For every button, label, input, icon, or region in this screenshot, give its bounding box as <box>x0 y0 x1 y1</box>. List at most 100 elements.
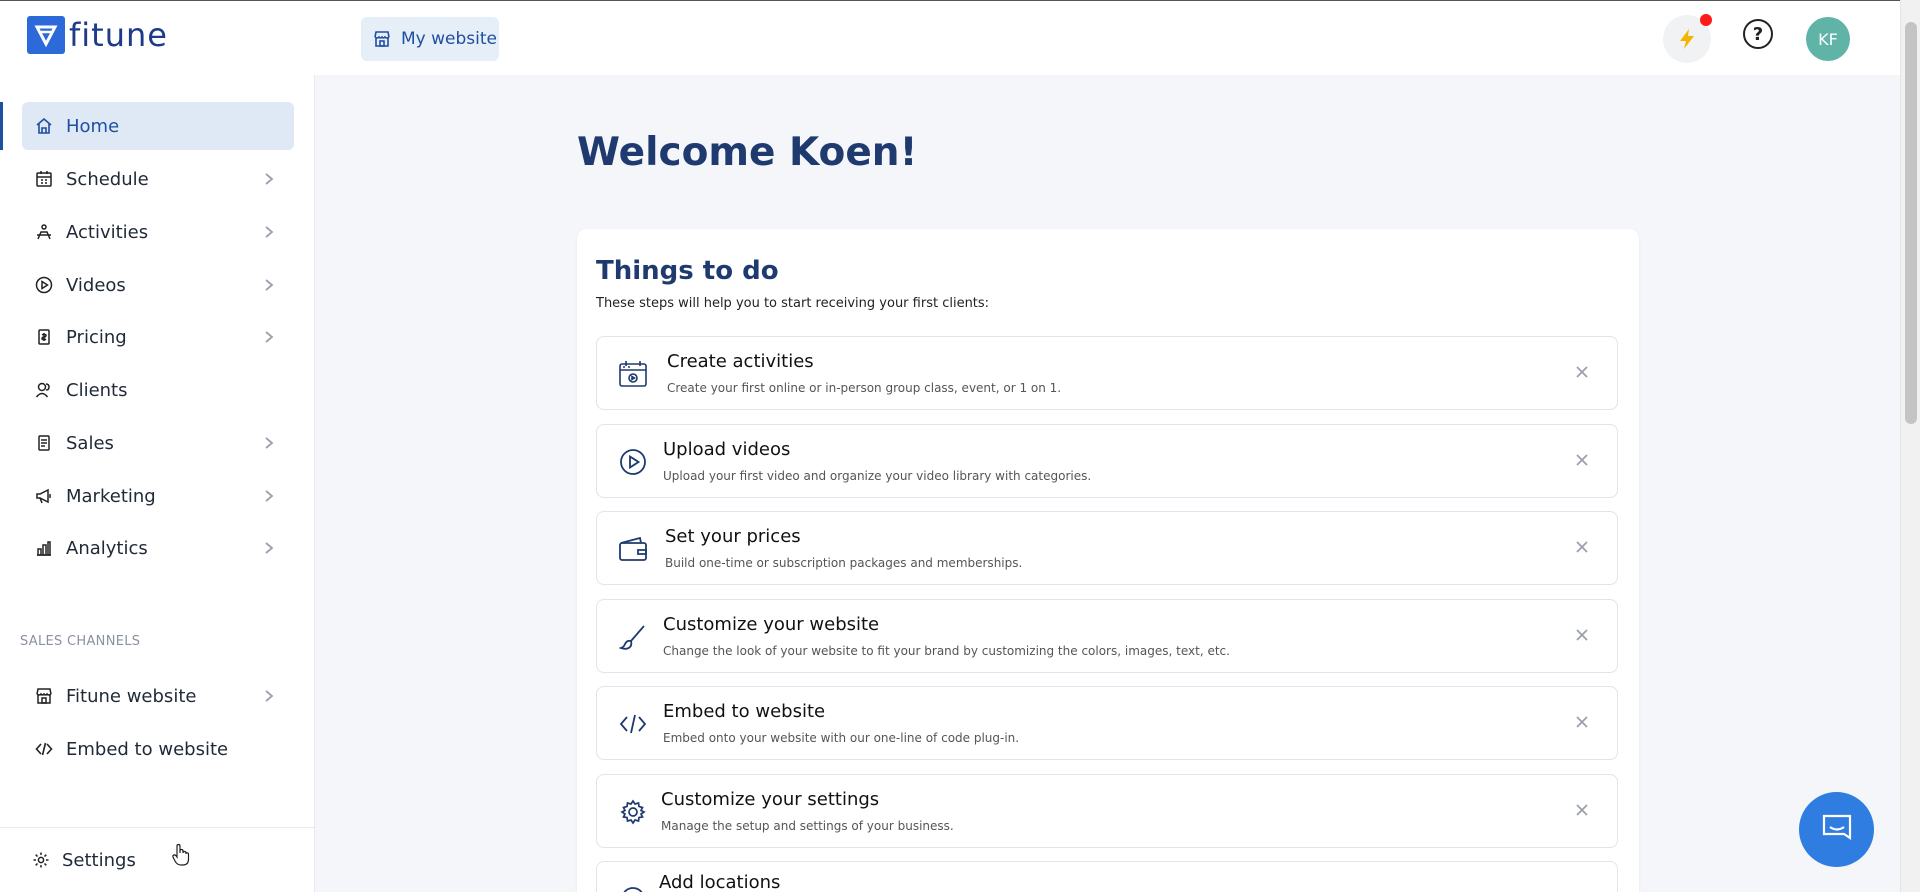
sidebar-item-analytics[interactable]: Analytics <box>22 524 294 572</box>
sidebar-item-label: Analytics <box>66 537 148 559</box>
task-customize-settings[interactable]: Customize your settings Manage the setup… <box>596 774 1618 848</box>
close-icon[interactable] <box>1573 713 1591 731</box>
calendar-activity-icon <box>617 358 649 390</box>
gear-icon <box>617 796 649 828</box>
settings-label: Settings <box>62 849 136 871</box>
sidebar-item-label: Marketing <box>66 485 156 507</box>
task-title: Customize your website <box>663 614 880 635</box>
sidebar-item-embed[interactable]: Embed to website <box>22 725 294 773</box>
notification-dot <box>1700 14 1712 26</box>
avatar[interactable]: KF <box>1806 17 1850 61</box>
location-icon <box>617 883 649 892</box>
sidebar-item-activities[interactable]: Activities <box>22 208 294 256</box>
calendar-icon <box>34 169 54 189</box>
task-title: Create activities <box>667 351 814 372</box>
sidebar: Home Schedule Activities Videos Pricing … <box>0 75 315 892</box>
task-desc: Create your first online or in-person gr… <box>667 381 1062 395</box>
chevron-right-icon <box>264 276 274 297</box>
close-icon[interactable] <box>1573 451 1591 469</box>
page-title: Welcome Koen! <box>577 130 918 175</box>
play-icon <box>34 275 54 295</box>
chevron-right-icon <box>264 223 274 244</box>
play-circle-icon <box>617 446 649 478</box>
task-title: Embed to website <box>663 701 826 722</box>
chat-launcher-button[interactable] <box>1799 792 1874 867</box>
sidebar-item-label: Schedule <box>66 168 149 190</box>
code-icon <box>617 708 649 740</box>
home-icon <box>34 116 54 136</box>
close-icon[interactable] <box>1573 801 1591 819</box>
sidebar-item-schedule[interactable]: Schedule <box>22 155 294 203</box>
close-icon[interactable] <box>1573 363 1591 381</box>
sidebar-item-pricing[interactable]: Pricing <box>22 313 294 361</box>
task-upload-videos[interactable]: Upload videos Upload your first video an… <box>596 424 1618 498</box>
chevron-right-icon <box>264 328 274 349</box>
close-icon[interactable] <box>1573 626 1591 644</box>
chevron-right-icon <box>264 687 274 708</box>
my-website-label: My website <box>401 29 497 49</box>
task-title: Customize your settings <box>661 789 880 810</box>
hand-cursor-icon <box>172 843 190 871</box>
task-set-prices[interactable]: Set your prices Build one-time or subscr… <box>596 511 1618 585</box>
top-bar: fitune My website ? KF <box>0 0 1900 75</box>
bar-chart-icon <box>34 538 54 558</box>
sidebar-item-fitune-website[interactable]: Fitune website <box>22 672 294 720</box>
close-icon[interactable] <box>1573 538 1591 556</box>
task-title: Set your prices <box>665 526 801 547</box>
task-desc: Embed onto your website with our one-lin… <box>663 731 1020 745</box>
chevron-right-icon <box>264 434 274 455</box>
task-title: Upload videos <box>663 439 791 460</box>
scrollbar-thumb[interactable] <box>1905 22 1917 424</box>
sidebar-item-videos[interactable]: Videos <box>22 261 294 309</box>
code-icon <box>34 739 54 759</box>
help-icon[interactable]: ? <box>1743 19 1773 49</box>
sidebar-item-label: Clients <box>66 379 128 401</box>
gear-icon <box>32 851 50 869</box>
sidebar-item-sales[interactable]: Sales <box>22 419 294 467</box>
activity-icon <box>34 222 54 242</box>
chat-icon <box>1820 812 1854 848</box>
logo-text: fitune <box>69 16 168 54</box>
sidebar-divider <box>0 827 315 828</box>
chevron-right-icon <box>264 539 274 560</box>
receipt-icon <box>34 433 54 453</box>
brush-icon <box>617 621 649 653</box>
sidebar-item-label: Embed to website <box>66 738 229 760</box>
todo-title: Things to do <box>596 256 779 286</box>
sidebar-item-label: Videos <box>66 274 126 296</box>
active-indicator <box>0 102 3 150</box>
sidebar-item-label: Fitune website <box>66 685 197 707</box>
clients-icon <box>34 380 54 400</box>
sidebar-item-label: Sales <box>66 432 114 454</box>
todo-subtitle: These steps will help you to start recei… <box>596 296 990 311</box>
sidebar-item-label: Activities <box>66 221 149 243</box>
megaphone-icon <box>34 486 54 506</box>
my-website-button[interactable]: My website <box>361 17 499 61</box>
task-add-locations[interactable]: Add locations <box>596 861 1618 892</box>
price-tag-icon <box>34 327 54 347</box>
task-desc: Build one-time or subscription packages … <box>665 556 1023 570</box>
chevron-right-icon <box>264 170 274 191</box>
task-desc: Manage the setup and settings of your bu… <box>661 819 954 833</box>
task-embed-website[interactable]: Embed to website Embed onto your website… <box>596 686 1618 760</box>
task-desc: Upload your first video and organize you… <box>663 469 1092 483</box>
task-customize-website[interactable]: Customize your website Change the look o… <box>596 599 1618 673</box>
task-title: Add locations <box>659 872 781 892</box>
sidebar-item-label: Home <box>66 115 120 137</box>
sidebar-item-marketing[interactable]: Marketing <box>22 472 294 520</box>
store-icon <box>373 30 391 48</box>
wallet-icon <box>617 533 649 565</box>
page-scrollbar[interactable] <box>1900 0 1920 892</box>
todo-card: Things to do These steps will help you t… <box>577 229 1639 892</box>
section-label-sales-channels: SALES CHANNELS <box>20 634 141 649</box>
store-icon <box>34 686 54 706</box>
sidebar-item-clients[interactable]: Clients <box>22 366 294 414</box>
sidebar-item-settings[interactable]: Settings <box>20 838 136 882</box>
sidebar-item-home[interactable]: Home <box>22 102 294 150</box>
task-create-activities[interactable]: Create activities Create your first onli… <box>596 336 1618 410</box>
logo-mark-icon <box>27 16 65 54</box>
sidebar-item-label: Pricing <box>66 326 127 348</box>
fitune-logo[interactable]: fitune <box>27 16 168 54</box>
task-desc: Change the look of your website to fit y… <box>663 644 1230 658</box>
chevron-right-icon <box>264 487 274 508</box>
